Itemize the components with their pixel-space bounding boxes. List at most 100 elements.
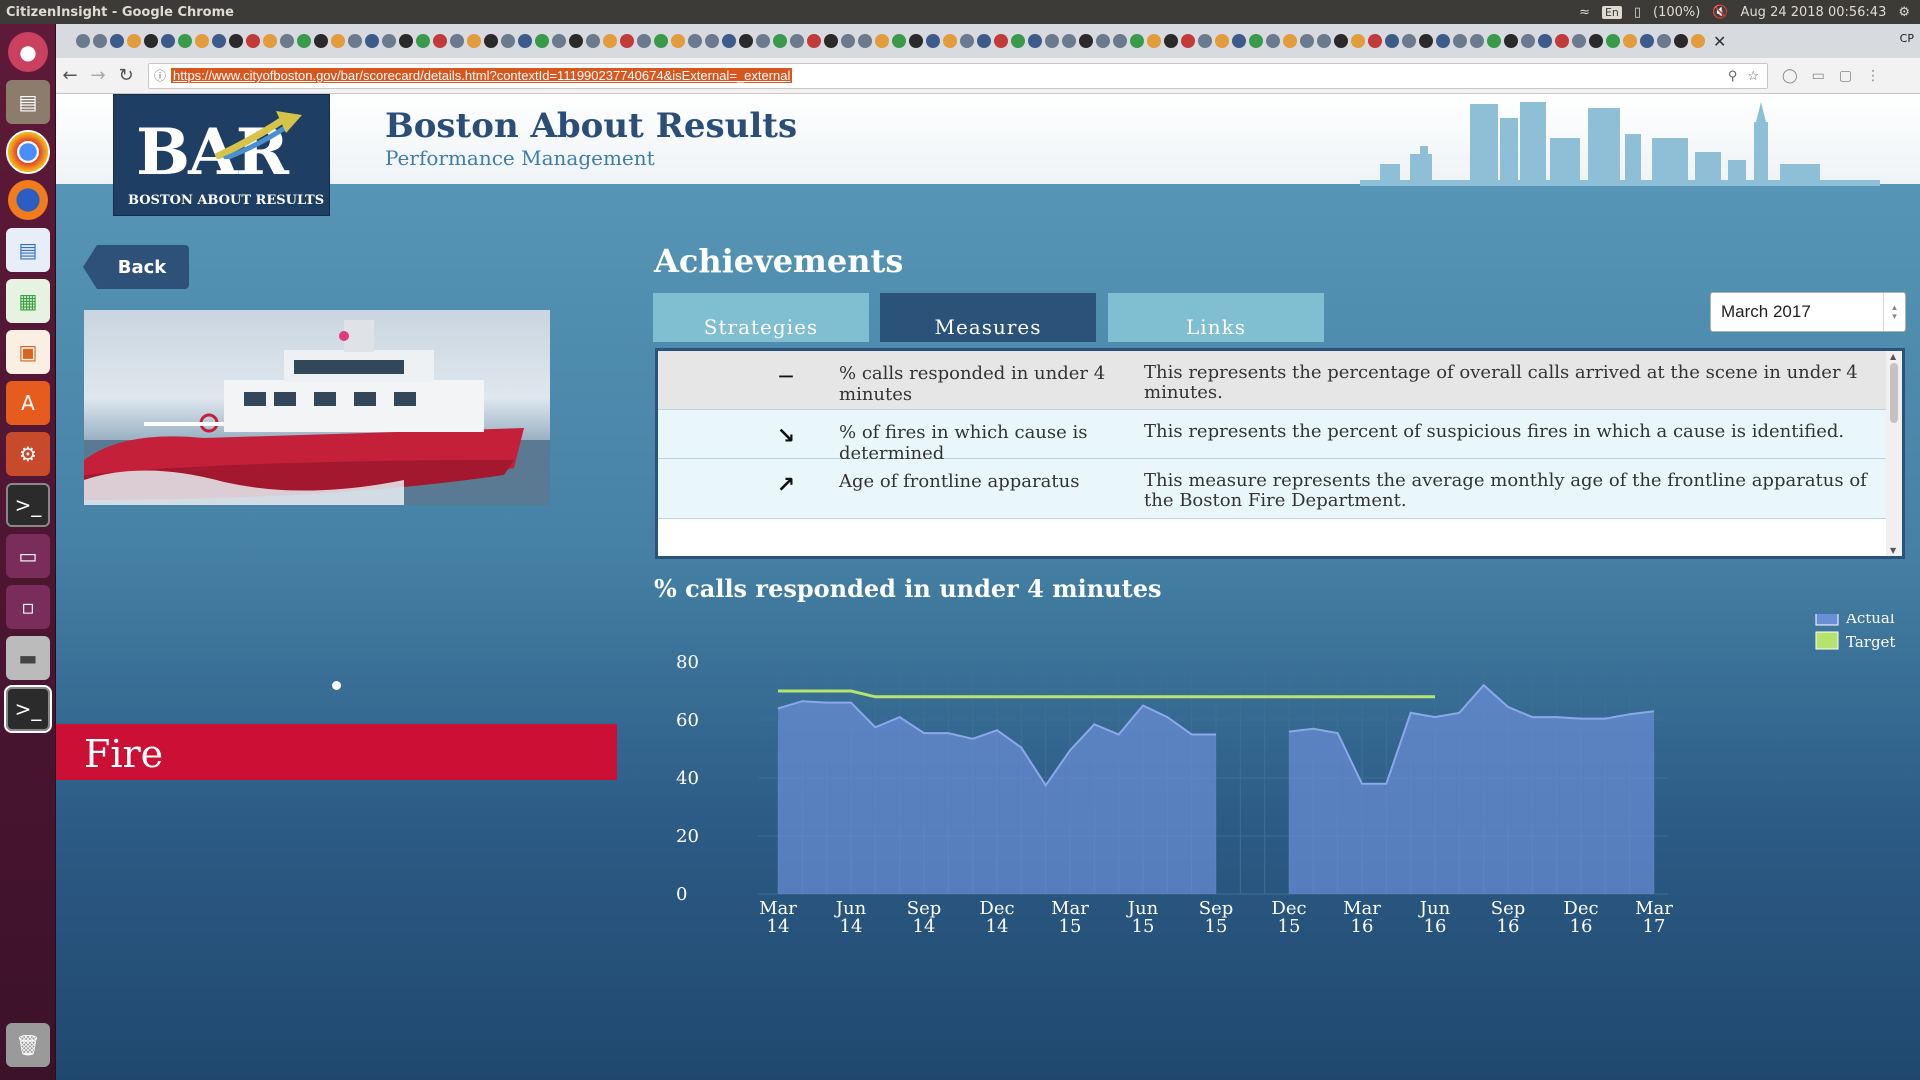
pinned-tab-favicon-icon[interactable] (1181, 34, 1195, 48)
bar-logo[interactable]: BAR BOSTON ABOUT RESULTS (113, 94, 330, 216)
pinned-tab-favicon-icon[interactable] (518, 34, 532, 48)
pinned-tab-favicon-icon[interactable] (1504, 34, 1518, 48)
back-button[interactable]: Back (83, 245, 189, 289)
pinned-tab-favicon-icon[interactable] (909, 34, 923, 48)
settings-icon[interactable]: ⚙ (6, 432, 50, 476)
pinned-tab-favicon-icon[interactable] (1283, 34, 1297, 48)
pinned-tab-favicon-icon[interactable] (1657, 34, 1671, 48)
pinned-tab-favicon-icon[interactable] (212, 34, 226, 48)
tab-links[interactable]: Links (1108, 293, 1324, 342)
bookmark-star-icon[interactable]: ☆ (1747, 68, 1759, 84)
pinned-tab-favicon-icon[interactable] (1011, 34, 1025, 48)
scroll-thumb[interactable] (1890, 363, 1898, 423)
close-tab-icon[interactable]: ✕ (1713, 32, 1726, 51)
pinned-tab-favicon-icon[interactable] (195, 34, 209, 48)
zoom-icon[interactable]: ⚲ (1728, 68, 1738, 84)
pinned-tab-favicon-icon[interactable] (535, 34, 549, 48)
pinned-tab-favicon-icon[interactable] (960, 34, 974, 48)
table-row[interactable]: ↗ Age of frontline apparatus This measur… (658, 459, 1886, 519)
pinned-tab-favicon-icon[interactable] (892, 34, 906, 48)
pinned-tab-favicon-icon[interactable] (586, 34, 600, 48)
tab-strategies[interactable]: Strategies (653, 293, 869, 342)
pinned-tab-favicon-icon[interactable] (1521, 34, 1535, 48)
tab-measures[interactable]: Measures (880, 293, 1096, 342)
pinned-tab-favicon-icon[interactable] (1147, 34, 1161, 48)
writer-icon[interactable]: ▤ (6, 228, 50, 272)
pinned-tab-favicon-icon[interactable] (1113, 34, 1127, 48)
pinned-tab-favicon-icon[interactable] (127, 34, 141, 48)
url-text[interactable]: https://www.cityofboston.gov/bar/scoreca… (171, 68, 793, 83)
pinned-tab-favicon-icon[interactable] (977, 34, 991, 48)
chrome-icon[interactable] (6, 130, 50, 174)
pinned-tab-favicon-icon[interactable] (688, 34, 702, 48)
pinned-tab-favicon-icon[interactable] (654, 34, 668, 48)
window-small-icon[interactable]: ▫ (6, 585, 50, 629)
cast-icon[interactable]: ▭ (1812, 68, 1825, 84)
wifi-icon[interactable]: ≈ (1579, 5, 1590, 20)
pinned-tab-favicon-icon[interactable] (1368, 34, 1382, 48)
pinned-tab-favicon-icon[interactable] (1249, 34, 1263, 48)
period-select[interactable]: March 2017 ▲ ▼ (1710, 292, 1906, 332)
pinned-tab-favicon-icon[interactable] (705, 34, 719, 48)
pinned-tab-favicon-icon[interactable] (76, 34, 90, 48)
pinned-tab-favicon-icon[interactable] (1606, 34, 1620, 48)
pinned-tab-favicon-icon[interactable] (280, 34, 294, 48)
info-icon[interactable]: ⓘ (149, 67, 171, 84)
pinned-tab-favicon-icon[interactable] (1300, 34, 1314, 48)
pinned-tab-favicon-icon[interactable] (433, 34, 447, 48)
pinned-tab-favicon-icon[interactable] (620, 34, 634, 48)
pinned-tab-favicon-icon[interactable] (722, 34, 736, 48)
pinned-tab-favicon-icon[interactable] (1198, 34, 1212, 48)
calc-icon[interactable]: ▦ (6, 279, 50, 323)
pinned-tab-favicon-icon[interactable] (1436, 34, 1450, 48)
pinned-tab-favicon-icon[interactable] (144, 34, 158, 48)
pinned-tab-favicon-icon[interactable] (807, 34, 821, 48)
pinned-tab-favicon-icon[interactable] (1062, 34, 1076, 48)
pinned-tab-favicon-icon[interactable] (671, 34, 685, 48)
clock[interactable]: Aug 24 2018 00:56:43 (1741, 5, 1887, 20)
pinned-tab-favicon-icon[interactable] (1640, 34, 1654, 48)
pinned-tab-favicon-icon[interactable] (93, 34, 107, 48)
pinned-tab-favicon-icon[interactable] (399, 34, 413, 48)
pinned-tab-favicon-icon[interactable] (178, 34, 192, 48)
pinned-tab-favicon-icon[interactable] (603, 34, 617, 48)
pinned-tab-favicon-icon[interactable] (1351, 34, 1365, 48)
pinned-tab-favicon-icon[interactable] (1589, 34, 1603, 48)
measures-scrollbar[interactable]: ▲ ▼ (1886, 351, 1902, 556)
pinned-tab-favicon-icon[interactable] (110, 34, 124, 48)
table-row[interactable]: ↘ % of fires in which cause is determine… (658, 410, 1886, 464)
pinned-tab-favicon-icon[interactable] (1045, 34, 1059, 48)
pinned-tab-favicon-icon[interactable] (824, 34, 838, 48)
pinned-tab-favicon-icon[interactable] (1572, 34, 1586, 48)
pinned-tab-favicon-icon[interactable] (1419, 34, 1433, 48)
pinned-tab-favicon-icon[interactable] (365, 34, 379, 48)
forward-arrow-icon[interactable]: → (84, 65, 112, 86)
pinned-tab-favicon-icon[interactable] (1130, 34, 1144, 48)
profile-badge[interactable]: CP (1900, 32, 1914, 45)
pinned-tab-favicon-icon[interactable] (1538, 34, 1552, 48)
pinned-tab-favicon-icon[interactable] (1079, 34, 1093, 48)
pinned-tab-favicon-icon[interactable] (1555, 34, 1569, 48)
pinned-tab-favicon-icon[interactable] (1215, 34, 1229, 48)
pinned-tab-favicon-icon[interactable] (756, 34, 770, 48)
pinned-tab-favicon-icon[interactable] (1453, 34, 1467, 48)
impress-icon[interactable]: ▣ (6, 330, 50, 374)
pinned-tab-favicon-icon[interactable] (331, 34, 345, 48)
pinned-tab-favicon-icon[interactable] (841, 34, 855, 48)
table-row[interactable]: ─ % calls responded in under 4 minutes T… (658, 351, 1886, 410)
pinned-tab-favicon-icon[interactable] (1691, 34, 1705, 48)
battery-icon[interactable]: ▯ (1634, 5, 1641, 20)
pinned-tab-favicon-icon[interactable] (1164, 34, 1178, 48)
terminal-icon[interactable]: >_ (6, 483, 50, 527)
pinned-tab-favicon-icon[interactable] (1232, 34, 1246, 48)
extension-icon[interactable]: ◯ (1782, 68, 1798, 84)
pinned-tab-favicon-icon[interactable] (637, 34, 651, 48)
scroll-up-icon[interactable]: ▲ (1890, 352, 1896, 361)
keyboard-indicator[interactable]: En (1601, 5, 1622, 19)
trash-icon[interactable]: 🗑 (6, 1023, 50, 1067)
pinned-tab-favicon-icon[interactable] (790, 34, 804, 48)
back-arrow-icon[interactable]: ← (56, 65, 84, 86)
firefox-icon[interactable] (8, 180, 48, 220)
pinned-tab-favicon-icon[interactable] (161, 34, 175, 48)
pinned-tab-favicon-icon[interactable] (382, 34, 396, 48)
